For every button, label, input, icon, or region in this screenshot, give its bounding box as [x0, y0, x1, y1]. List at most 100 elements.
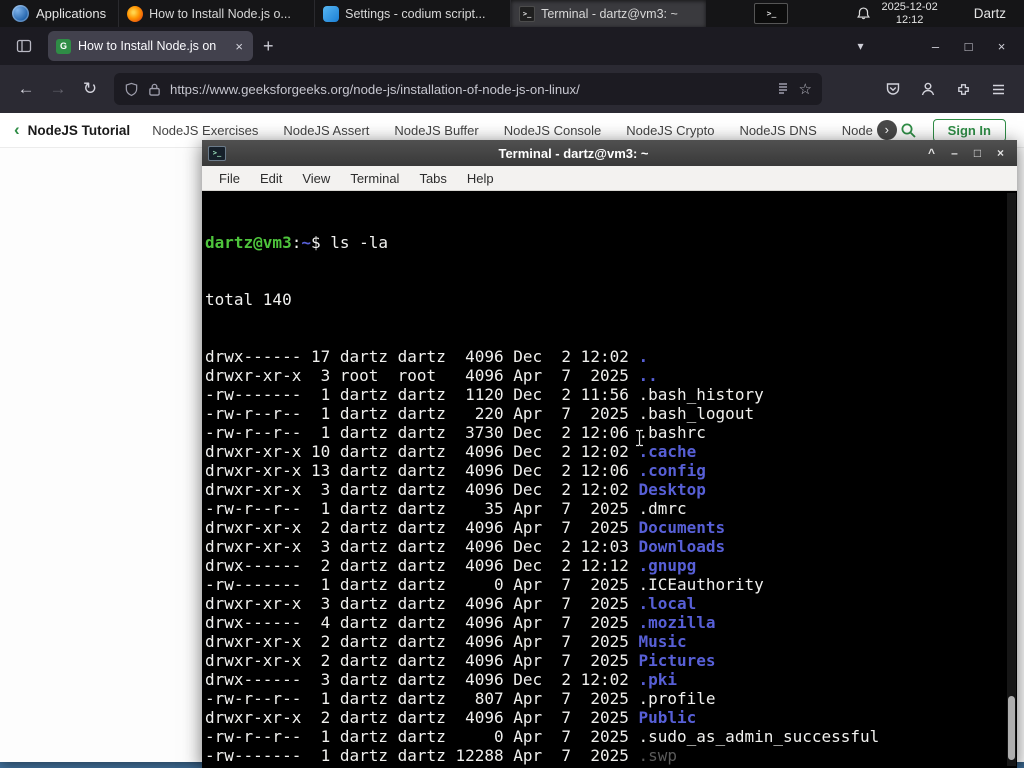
tracking-shield-icon[interactable] [124, 82, 139, 97]
terminal-menu-view[interactable]: View [293, 168, 339, 189]
pocket-icon[interactable] [877, 73, 909, 105]
terminal-command: ls -la [330, 233, 389, 252]
site-nav-link[interactable]: NodeJS Assert [283, 123, 369, 138]
terminal-menu-terminal[interactable]: Terminal [341, 168, 408, 189]
terminal-icon: >_ [519, 5, 536, 22]
list-all-tabs-icon[interactable]: ▾ [844, 39, 877, 53]
terminal-menu-edit[interactable]: Edit [251, 168, 291, 189]
search-icon[interactable] [900, 122, 917, 139]
forward-button[interactable]: → [42, 73, 74, 105]
terminal-line: drwxr-xr-x 3 dartz dartz 4096 Dec 2 12:0… [205, 480, 706, 499]
terminal-line: drwxr-xr-x 13 dartz dartz 4096 Dec 2 12:… [205, 461, 706, 480]
url-bar[interactable]: https://www.geeksforgeeks.org/node-js/in… [114, 73, 822, 105]
applications-menu-button[interactable]: Applications [0, 0, 118, 27]
terminal-menu-help[interactable]: Help [458, 168, 503, 189]
terminal-line: -rw------- 1 dartz dartz 0 Apr 7 2025 .I… [205, 575, 764, 594]
terminal-window-controls: ^ – □ × [921, 146, 1011, 160]
bookmark-star-icon[interactable]: ☆ [799, 80, 812, 98]
window-button-title: Terminal - dartz@vm3: ~ [541, 6, 678, 21]
sign-in-button[interactable]: Sign In [932, 118, 1006, 142]
terminal-title: Terminal - dartz@vm3: ~ [498, 145, 649, 161]
site-nav-link[interactable]: NodeJS Exercises [152, 123, 258, 138]
terminal-line: drwxr-xr-x 3 dartz dartz 4096 Dec 2 12:0… [205, 537, 726, 556]
lock-icon[interactable] [148, 82, 161, 97]
tabbar-controls: ▾ – □ × [844, 39, 1018, 54]
clock-date: 2025-12-02 [881, 1, 938, 13]
file-name: .bashrc [638, 423, 706, 442]
file-name: Music [638, 632, 687, 651]
extensions-icon[interactable] [947, 73, 979, 105]
terminal-line: drwxr-xr-x 2 dartz dartz 4096 Apr 7 2025… [205, 632, 687, 651]
firefox-view-icon[interactable] [10, 32, 38, 60]
terminal-minimize-icon[interactable]: – [944, 146, 965, 160]
terminal-titlebar[interactable]: >_ Terminal - dartz@vm3: ~ ^ – □ × [202, 140, 1017, 166]
tab-title: How to Install Node.js on [78, 39, 217, 53]
prompt-path: ~ [301, 233, 311, 252]
file-name: .config [638, 461, 706, 480]
file-name: Documents [638, 518, 726, 537]
terminal-menubar: File Edit View Terminal Tabs Help [202, 166, 1017, 191]
terminal-line: drwxr-xr-x 2 dartz dartz 4096 Apr 7 2025… [205, 708, 697, 727]
panel-window-button[interactable]: Settings - codium script... [314, 0, 510, 27]
file-name: .mozilla [638, 613, 716, 632]
terminal-line: -rw-r--r-- 1 dartz dartz 0 Apr 7 2025 .s… [205, 727, 880, 746]
site-nav-link[interactable]: Node [842, 123, 873, 138]
file-name: .sudo_as_admin_successful [638, 727, 880, 746]
terminal-window-icon: >_ [208, 145, 226, 161]
site-back-chevron-icon[interactable]: ‹ [14, 120, 20, 140]
site-header-right: Sign In [900, 118, 1010, 142]
reload-button[interactable]: ↻ [74, 73, 106, 105]
notification-bell-icon[interactable] [856, 6, 871, 21]
site-nav-link[interactable]: NodeJS Crypto [626, 123, 714, 138]
site-home-link[interactable]: NodeJS Tutorial [28, 123, 131, 138]
tray-terminal-icon[interactable]: >_ [754, 3, 789, 24]
terminal-total-line: total 140 [205, 290, 292, 309]
tab-close-icon[interactable]: × [233, 39, 245, 54]
file-name: .cache [638, 442, 697, 461]
site-nav-link[interactable]: NodeJS DNS [739, 123, 816, 138]
prompt-separator: : [291, 233, 302, 252]
terminal-menu-tabs[interactable]: Tabs [410, 168, 455, 189]
site-nav-more-icon[interactable]: › [876, 120, 897, 140]
terminal-line: -rw-r--r-- 1 dartz dartz 3730 Dec 2 12:0… [205, 423, 706, 442]
browser-maximize-icon[interactable]: □ [952, 39, 985, 54]
file-name: .. [638, 366, 658, 385]
url-text[interactable]: https://www.geeksforgeeks.org/node-js/in… [170, 82, 767, 97]
terminal-shade-icon[interactable]: ^ [921, 146, 942, 160]
file-name: .gnupg [638, 556, 697, 575]
reader-mode-icon[interactable] [776, 82, 790, 96]
firefox-icon [127, 5, 144, 22]
terminal-line: -rw-r--r-- 1 dartz dartz 35 Apr 7 2025 .… [205, 499, 687, 518]
site-nav-link[interactable]: NodeJS Console [504, 123, 602, 138]
clock-time: 12:12 [895, 13, 924, 26]
terminal-scrollbar[interactable] [1007, 193, 1016, 766]
back-button[interactable]: ← [10, 73, 42, 105]
terminal-line: drwxr-xr-x 3 dartz dartz 4096 Apr 7 2025… [205, 594, 697, 613]
panel-window-button[interactable]: How to Install Node.js o... [118, 0, 314, 27]
panel-clock[interactable]: 2025-12-02 12:12 [881, 1, 937, 26]
terminal-close-icon[interactable]: × [990, 146, 1011, 160]
file-name: .bash_history [638, 385, 764, 404]
panel-window-button[interactable]: >_ Terminal - dartz@vm3: ~ [510, 0, 707, 27]
file-name: . [638, 347, 649, 366]
site-nav-link[interactable]: NodeJS Buffer [394, 123, 478, 138]
window-button-title: Settings - codium script... [345, 6, 486, 21]
account-icon[interactable] [912, 73, 944, 105]
terminal-menu-file[interactable]: File [210, 168, 249, 189]
file-name: Public [638, 708, 697, 727]
terminal-line: drwx------ 4 dartz dartz 4096 Apr 7 2025… [205, 613, 716, 632]
browser-minimize-icon[interactable]: – [919, 39, 952, 54]
terminal-line: drwx------ 2 dartz dartz 4096 Dec 2 12:1… [205, 556, 697, 575]
menu-hamburger-icon[interactable] [982, 73, 1014, 105]
panel-window-buttons: How to Install Node.js o... Settings - co… [118, 0, 707, 27]
terminal-maximize-icon[interactable]: □ [967, 146, 988, 160]
browser-tab[interactable]: G How to Install Node.js on × [48, 31, 253, 61]
terminal-output[interactable]: dartz@vm3:~$ ls -la total 140 drwx------… [202, 191, 1017, 768]
terminal-scrollbar-thumb[interactable] [1008, 696, 1015, 760]
browser-close-icon[interactable]: × [985, 39, 1018, 54]
file-name: .pki [638, 670, 678, 689]
new-tab-button[interactable]: + [253, 34, 284, 59]
site-nav-links: NodeJS Exercises NodeJS Assert NodeJS Buff… [152, 123, 873, 138]
applications-icon [12, 5, 29, 22]
terminal-window: >_ Terminal - dartz@vm3: ~ ^ – □ × File E… [202, 140, 1017, 768]
